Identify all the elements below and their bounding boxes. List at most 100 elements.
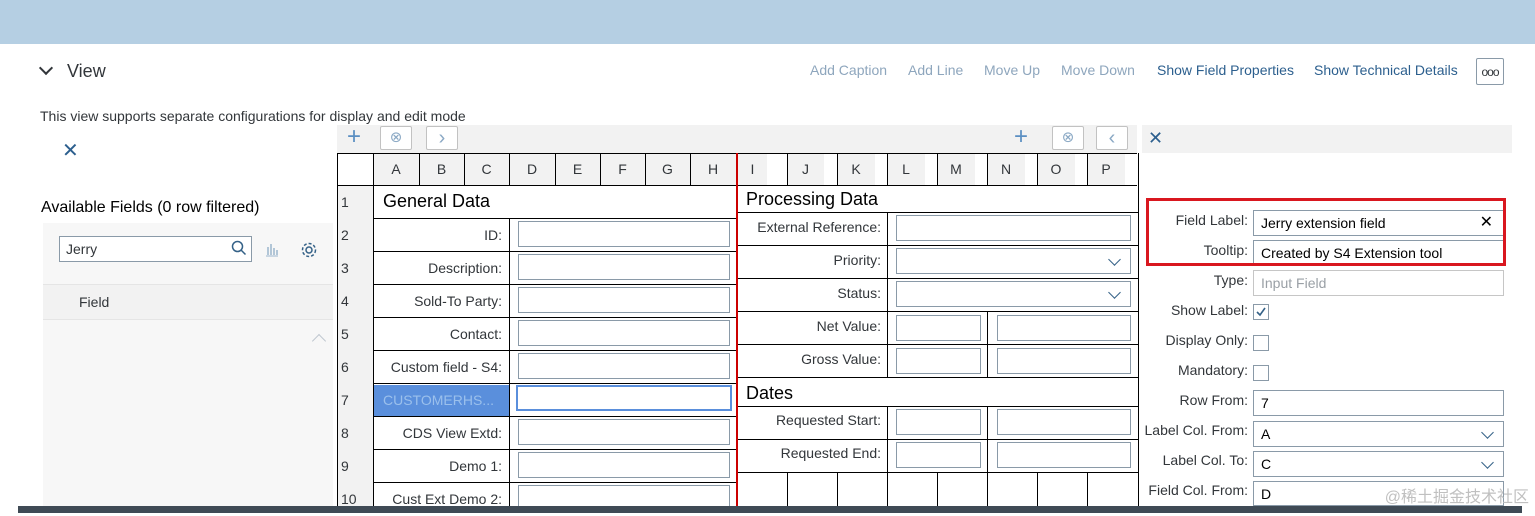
- net-value-input[interactable]: [896, 315, 981, 341]
- field-label-sold-to-party[interactable]: Sold-To Party:: [375, 293, 502, 309]
- description-input[interactable]: [518, 254, 730, 280]
- show-label-checkbox[interactable]: [1253, 304, 1269, 320]
- chevron-down-icon[interactable]: [1108, 286, 1121, 299]
- search-input[interactable]: [66, 241, 216, 257]
- add-right-icon[interactable]: +: [1005, 125, 1037, 150]
- label-col-to-select[interactable]: C: [1253, 451, 1504, 477]
- field-label-custom-field[interactable]: Custom field - S4:: [375, 359, 502, 375]
- add-left-icon[interactable]: +: [338, 125, 370, 150]
- move-down-button[interactable]: Move Down: [1061, 62, 1135, 78]
- field-label-status[interactable]: Status:: [740, 285, 881, 301]
- field-label-gross-value[interactable]: Gross Value:: [740, 351, 881, 367]
- field-label-external-reference[interactable]: External Reference:: [740, 219, 881, 235]
- grid-line: [738, 245, 1138, 246]
- footer-bar: [18, 506, 1522, 513]
- column-settings-icon[interactable]: [264, 242, 280, 258]
- grid-line: [373, 317, 737, 318]
- row-head-2: 2: [337, 219, 373, 252]
- grid-line: [373, 416, 737, 417]
- customerhs-input[interactable]: [516, 385, 732, 411]
- label-col-from-select[interactable]: A: [1253, 421, 1504, 447]
- search-field[interactable]: [59, 236, 252, 262]
- move-up-button[interactable]: Move Up: [984, 62, 1040, 78]
- gross-value-currency-input[interactable]: [997, 348, 1131, 374]
- grid-line: [1037, 472, 1038, 506]
- type-field: Input Field: [1253, 270, 1504, 296]
- grid-line: [373, 383, 737, 384]
- field-label-requested-start[interactable]: Requested Start:: [740, 412, 881, 428]
- display-only-checkbox[interactable]: [1253, 335, 1269, 351]
- grid-line: [464, 153, 465, 185]
- row-head-5: 5: [337, 318, 373, 351]
- demo-1-input[interactable]: [518, 452, 730, 478]
- cds-view-extd-input[interactable]: [518, 419, 730, 445]
- external-reference-input[interactable]: [896, 215, 1131, 241]
- col-head-f: F: [600, 153, 645, 185]
- status-select[interactable]: [896, 281, 1131, 307]
- field-label-net-value[interactable]: Net Value:: [740, 318, 881, 334]
- cust-ext-demo-2-input[interactable]: [518, 485, 730, 506]
- grid-line: [837, 153, 838, 185]
- field-label-cust-ext-demo-2[interactable]: Cust Ext Demo 2:: [375, 491, 502, 507]
- grid-line: [373, 153, 374, 506]
- chevron-right-icon[interactable]: ›: [426, 126, 458, 150]
- chevron-down-icon[interactable]: [1108, 253, 1121, 266]
- gross-value-input[interactable]: [896, 348, 981, 374]
- grid-line: [555, 153, 556, 185]
- requested-end-time-input[interactable]: [997, 442, 1131, 468]
- field-col-from-prop-label: Field Col. From:: [1148, 482, 1248, 498]
- grid-line: [509, 153, 510, 185]
- field-label-cds-view-extd[interactable]: CDS View Extd:: [375, 425, 502, 441]
- chevron-down-icon[interactable]: [1481, 426, 1494, 439]
- grid-line: [738, 472, 1138, 473]
- col-head-m: M: [937, 153, 975, 185]
- grid-line: [600, 153, 601, 185]
- show-field-properties-button[interactable]: Show Field Properties: [1157, 62, 1294, 78]
- grid-line: [509, 218, 510, 506]
- chevron-left-icon[interactable]: ‹: [1096, 126, 1128, 150]
- net-value-currency-input[interactable]: [997, 315, 1131, 341]
- field-label-id[interactable]: ID:: [375, 227, 502, 243]
- close-properties-icon[interactable]: ✕: [1148, 128, 1163, 149]
- col-head-l: L: [887, 153, 925, 185]
- field-label-description[interactable]: Description:: [375, 260, 502, 276]
- label-col-to-value: C: [1261, 456, 1272, 472]
- custom-field-input[interactable]: [518, 353, 730, 379]
- priority-select[interactable]: [896, 248, 1131, 274]
- col-head-g: G: [645, 153, 690, 185]
- search-icon[interactable]: [231, 240, 247, 256]
- requested-end-date-input[interactable]: [896, 442, 981, 468]
- collapse-chevron-icon[interactable]: [38, 60, 54, 76]
- grid-line: [373, 251, 737, 252]
- id-input[interactable]: [518, 221, 730, 247]
- field-label-customerhs[interactable]: CUSTOMERHS...: [383, 392, 505, 408]
- overflow-menu-button[interactable]: ooo: [1476, 58, 1504, 85]
- grid-line: [1037, 153, 1038, 185]
- add-caption-button[interactable]: Add Caption: [810, 62, 887, 78]
- grid-line: [738, 406, 1138, 407]
- field-label-priority[interactable]: Priority:: [740, 252, 881, 268]
- close-icon[interactable]: ✕: [62, 138, 79, 163]
- grid-line: [738, 311, 1138, 312]
- field-label-demo-1[interactable]: Demo 1:: [375, 458, 502, 474]
- mandatory-checkbox[interactable]: [1253, 365, 1269, 381]
- contact-input[interactable]: [518, 320, 730, 346]
- chevron-down-icon[interactable]: [1481, 456, 1494, 469]
- row-from-input[interactable]: 7: [1253, 390, 1504, 416]
- add-line-button[interactable]: Add Line: [908, 62, 963, 78]
- remove-left-icon[interactable]: ⊗: [380, 126, 412, 150]
- gear-icon[interactable]: [300, 241, 318, 259]
- field-label-contact[interactable]: Contact:: [375, 326, 502, 342]
- processing-data-title: Processing Data: [746, 189, 879, 209]
- type-prop-label: Type:: [1213, 272, 1248, 288]
- remove-right-icon[interactable]: ⊗: [1052, 126, 1084, 150]
- requested-start-date-input[interactable]: [896, 409, 981, 435]
- requested-start-time-input[interactable]: [997, 409, 1131, 435]
- grid-line: [738, 212, 1138, 213]
- grid-line: [987, 406, 988, 506]
- grid-line: [337, 153, 338, 506]
- field-label-requested-end[interactable]: Requested End:: [740, 445, 881, 461]
- col-head-o: O: [1037, 153, 1075, 185]
- show-technical-details-button[interactable]: Show Technical Details: [1314, 62, 1458, 78]
- sold-to-party-input[interactable]: [518, 287, 730, 313]
